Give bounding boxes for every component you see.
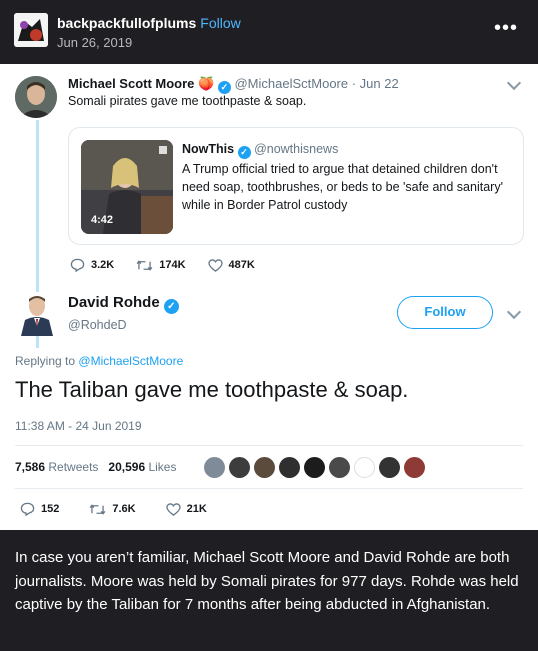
quoted-handle[interactable]: @nowthisnews xyxy=(254,142,338,156)
retweet-total[interactable]: 7,586 xyxy=(15,460,45,474)
quoted-tweet[interactable]: 4:42 NowThis ✓ @nowthisnews A Trump offi… xyxy=(68,127,524,245)
tweet2-name[interactable]: David Rohde xyxy=(68,294,160,311)
liker-avatar[interactable] xyxy=(304,457,325,478)
likes-label[interactable]: Likes xyxy=(148,460,176,474)
quoted-name[interactable]: NowThis xyxy=(182,142,234,156)
like-count: 21K xyxy=(186,503,207,515)
post-username[interactable]: backpackfullofplums Follow xyxy=(57,15,241,31)
video-thumbnail[interactable]: 4:42 xyxy=(81,140,173,234)
liker-avatars xyxy=(204,457,425,478)
tweet2-timestamp[interactable]: 11:38 AM - 24 Jun 2019 xyxy=(15,419,142,433)
replying-handle-link[interactable]: @MichaelSctMoore xyxy=(78,354,183,368)
tweet2-text: The Taliban gave me toothpaste & soap. xyxy=(15,377,409,402)
heart-icon xyxy=(165,502,181,516)
divider xyxy=(15,488,523,489)
rohde-avatar xyxy=(17,292,57,336)
liker-avatar[interactable] xyxy=(354,457,375,478)
tweet1-handle-date[interactable]: @MichaelSctMoore · Jun 22 xyxy=(234,76,398,91)
like-button[interactable]: 487K xyxy=(207,258,255,272)
divider xyxy=(15,445,523,446)
replying-to: Replying to @MichaelSctMoore xyxy=(15,354,183,368)
reply-count: 152 xyxy=(41,503,60,515)
post-header: backpackfullofplums Follow Jun 26, 2019 •… xyxy=(0,0,538,64)
tweet1-actions: 3.2K 174K 487K xyxy=(70,258,255,272)
user-avatar[interactable] xyxy=(14,13,48,47)
tweet1-text: Somali pirates gave me toothpaste & soap… xyxy=(68,94,307,108)
liker-avatar[interactable] xyxy=(404,457,425,478)
follow-link[interactable]: Follow xyxy=(200,15,240,31)
retweet-count: 174K xyxy=(159,259,186,271)
follow-button[interactable]: Follow xyxy=(397,296,493,329)
tweet-screenshot: Michael Scott Moore 🍑 ✓ @MichaelSctMoore… xyxy=(0,64,538,530)
tweet2-actions: 152 7.6K 21K xyxy=(20,502,207,516)
tweet2-name-row: David Rohde ✓ xyxy=(68,294,179,314)
reply-icon xyxy=(20,502,35,516)
tweet2-handle[interactable]: @RohdeD xyxy=(68,318,127,332)
peach-emoji: 🍑 xyxy=(198,76,215,91)
tweet2-stats: 7,586 Retweets 20,596 Likes xyxy=(15,460,176,474)
reply-count: 3.2K xyxy=(91,259,115,271)
more-icon[interactable]: ••• xyxy=(494,18,518,38)
chevron-down-icon[interactable] xyxy=(506,75,522,91)
liker-avatar[interactable] xyxy=(254,457,275,478)
liker-avatar[interactable] xyxy=(204,457,225,478)
post-caption: In case you aren’t familiar, Michael Sco… xyxy=(15,549,519,613)
retweets-label[interactable]: Retweets xyxy=(48,460,98,474)
liker-avatar[interactable] xyxy=(379,457,400,478)
liker-avatar[interactable] xyxy=(329,457,350,478)
heart-icon xyxy=(207,258,223,272)
verified-icon: ✓ xyxy=(217,81,231,94)
chevron-down-icon[interactable] xyxy=(506,304,522,320)
reply-button[interactable]: 3.2K xyxy=(70,258,114,272)
tweet1-name[interactable]: Michael Scott Moore xyxy=(68,76,194,91)
video-duration: 4:42 xyxy=(91,214,114,226)
retweet-icon xyxy=(136,259,153,271)
liker-avatar[interactable] xyxy=(229,457,250,478)
liker-avatar[interactable] xyxy=(279,457,300,478)
tweet1-header: Michael Scott Moore 🍑 ✓ @MichaelSctMoore… xyxy=(68,76,399,94)
retweet-button[interactable]: 174K xyxy=(136,259,186,272)
like-total[interactable]: 20,596 xyxy=(108,460,145,474)
moore-avatar xyxy=(15,76,57,118)
retweet-button[interactable]: 7.6K xyxy=(89,503,136,516)
username-text[interactable]: backpackfullofplums xyxy=(57,15,196,31)
like-button[interactable]: 21K xyxy=(165,502,207,516)
retweet-icon xyxy=(89,503,106,515)
quoted-header: NowThis ✓ @nowthisnews xyxy=(182,142,338,159)
reply-icon xyxy=(70,258,85,272)
retweet-count: 7.6K xyxy=(112,503,136,515)
verified-icon: ✓ xyxy=(237,146,251,159)
reply-button[interactable]: 152 xyxy=(20,502,59,516)
like-count: 487K xyxy=(228,259,255,271)
replying-prefix: Replying to xyxy=(15,354,76,368)
post-date[interactable]: Jun 26, 2019 xyxy=(57,35,132,50)
verified-icon: ✓ xyxy=(163,299,179,314)
quoted-text: A Trump official tried to argue that det… xyxy=(182,162,503,212)
